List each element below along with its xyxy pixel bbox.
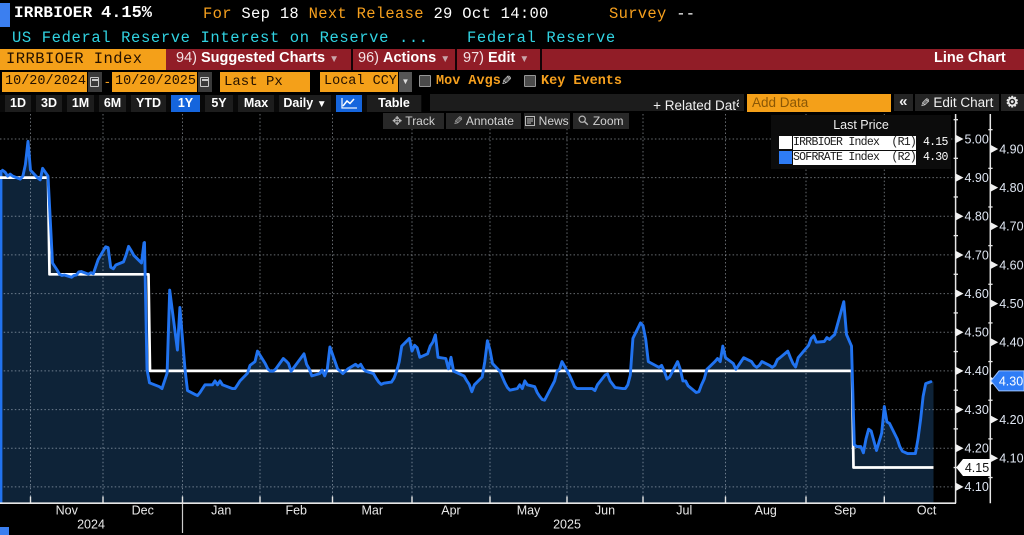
svg-text:4.10: 4.10 [999,452,1023,466]
svg-text:Apr: Apr [441,504,460,518]
svg-text:4.90: 4.90 [965,171,989,185]
svg-text:4.30: 4.30 [999,374,1023,388]
svg-text:4.50: 4.50 [965,326,989,340]
svg-text:4.60: 4.60 [965,287,989,301]
svg-text:Jun: Jun [595,504,615,518]
svg-text:4.70: 4.70 [999,220,1023,234]
svg-text:Jan: Jan [211,504,231,518]
svg-text:4.40: 4.40 [965,364,989,378]
svg-text:Dec: Dec [132,504,154,518]
svg-text:May: May [517,504,541,518]
svg-text:4.90: 4.90 [999,142,1023,156]
svg-text:4.50: 4.50 [999,297,1023,311]
svg-text:2024: 2024 [77,518,105,532]
svg-text:4.40: 4.40 [999,336,1023,350]
svg-text:4.10: 4.10 [965,480,989,494]
svg-text:4.20: 4.20 [965,442,989,456]
svg-text:Feb: Feb [285,504,307,518]
svg-text:2025: 2025 [553,518,581,532]
svg-text:4.80: 4.80 [965,210,989,224]
svg-text:4.80: 4.80 [999,181,1023,195]
svg-text:4.70: 4.70 [965,248,989,262]
svg-text:4.30: 4.30 [965,403,989,417]
svg-text:4.60: 4.60 [999,258,1023,272]
svg-text:Sep: Sep [834,504,856,518]
svg-text:Aug: Aug [755,504,777,518]
svg-text:Nov: Nov [56,504,79,518]
svg-text:Mar: Mar [361,504,383,518]
svg-text:4.15: 4.15 [965,461,989,475]
svg-text:4.20: 4.20 [999,413,1023,427]
svg-text:Jul: Jul [676,504,692,518]
svg-text:Oct: Oct [917,504,937,518]
svg-text:5.00: 5.00 [965,132,989,146]
